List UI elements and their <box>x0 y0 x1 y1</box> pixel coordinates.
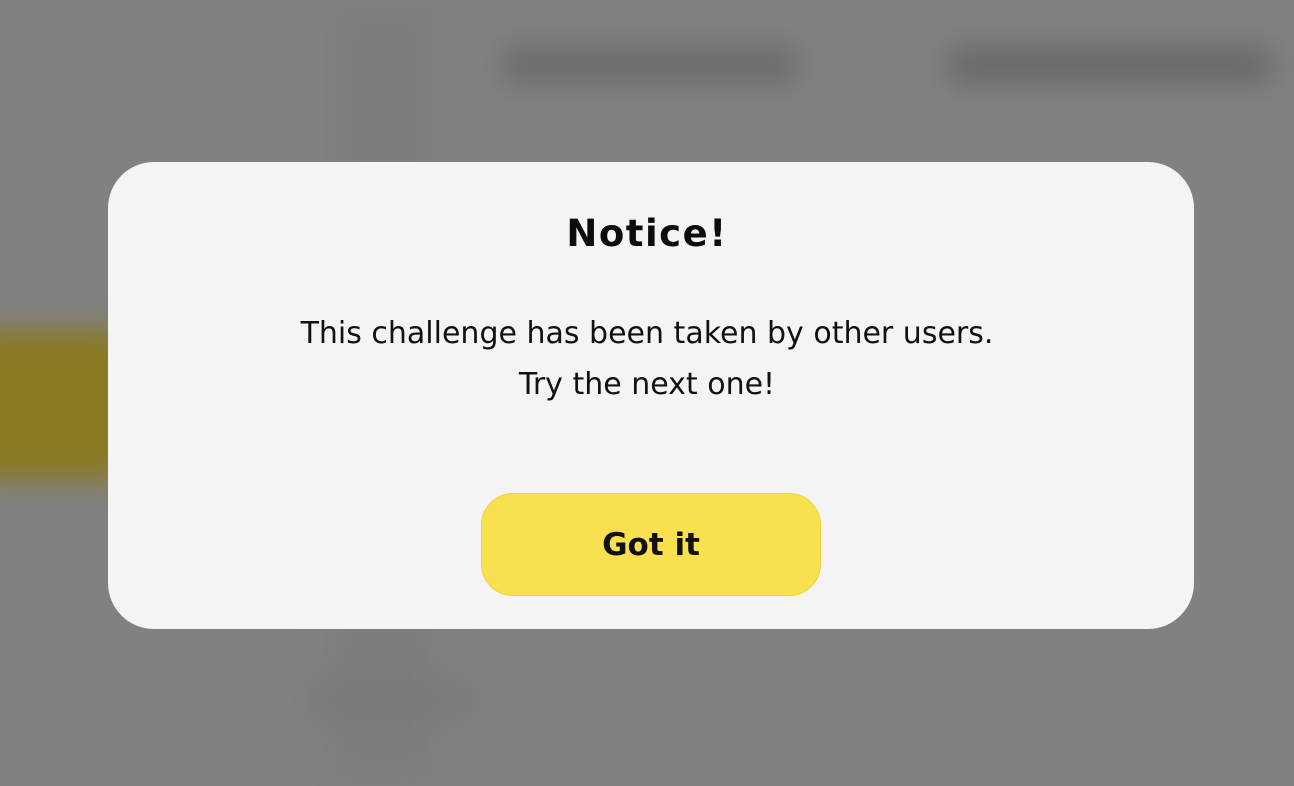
background-tab-right <box>945 45 1275 85</box>
dialog-message: This challenge has been taken by other u… <box>0 308 1294 410</box>
background-footer <box>300 680 480 720</box>
dialog-message-line-2: Try the next one! <box>518 367 776 402</box>
dialog-message-line-1: This challenge has been taken by other u… <box>300 316 994 351</box>
got-it-button[interactable]: Got it <box>481 493 821 596</box>
dialog-title: Notice! <box>566 212 728 255</box>
background-tab-left <box>500 45 800 85</box>
